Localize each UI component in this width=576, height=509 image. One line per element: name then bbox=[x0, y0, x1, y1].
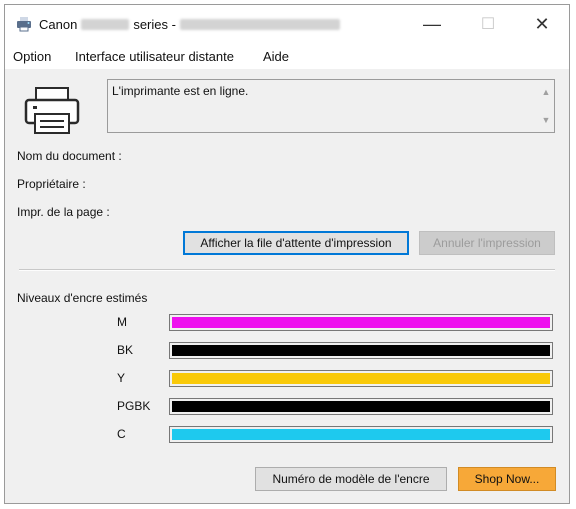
ink-bar-pgbk bbox=[169, 398, 553, 415]
printer-icon bbox=[24, 87, 80, 134]
title-prefix: Canon bbox=[39, 17, 78, 32]
ink-name-bk: BK bbox=[117, 343, 134, 357]
separator bbox=[19, 269, 555, 271]
cancel-print-button: Annuler l'impression bbox=[419, 231, 555, 255]
maximize-icon: ☐ bbox=[480, 16, 496, 33]
status-scrollbar[interactable]: ▲ ▼ bbox=[538, 80, 554, 132]
window-title: Canon series - bbox=[39, 17, 340, 32]
menu-remote-ui[interactable]: Interface utilisateur distante bbox=[75, 49, 234, 64]
canon-printer-icon bbox=[17, 17, 31, 32]
scroll-down-icon[interactable]: ▼ bbox=[538, 112, 554, 128]
ink-fill-c bbox=[172, 429, 550, 440]
ink-fill-pgbk bbox=[172, 401, 550, 412]
shop-now-button[interactable]: Shop Now... bbox=[458, 467, 556, 491]
minimize-button[interactable]: — bbox=[409, 5, 455, 43]
show-print-queue-button[interactable]: Afficher la file d'attente d'impression bbox=[183, 231, 409, 255]
title-bar[interactable]: Canon series - — ☐ ✕ bbox=[5, 5, 569, 43]
document-name-label: Nom du document : bbox=[17, 149, 122, 163]
printer-status-window: Canon series - — ☐ ✕ Option Interface ut… bbox=[4, 4, 570, 504]
ink-fill-m bbox=[172, 317, 550, 328]
title-series: series - bbox=[133, 17, 176, 32]
status-message-box: L'imprimante est en ligne. ▲ ▼ bbox=[107, 79, 555, 133]
ink-bar-c bbox=[169, 426, 553, 443]
close-icon: ✕ bbox=[534, 13, 550, 34]
ink-bar-m bbox=[169, 314, 553, 331]
maximize-button: ☐ bbox=[465, 5, 511, 43]
menu-help[interactable]: Aide bbox=[263, 49, 289, 64]
redacted-printer-name bbox=[179, 19, 340, 30]
close-button[interactable]: ✕ bbox=[519, 5, 565, 43]
ink-bar-bk bbox=[169, 342, 553, 359]
minimize-icon: — bbox=[423, 13, 441, 34]
scroll-up-icon[interactable]: ▲ bbox=[538, 84, 554, 100]
ink-name-pgbk: PGBK bbox=[117, 399, 151, 413]
owner-label: Propriétaire : bbox=[17, 177, 86, 191]
ink-name-c: C bbox=[117, 427, 126, 441]
status-message: L'imprimante est en ligne. bbox=[112, 84, 249, 98]
ink-fill-y bbox=[172, 373, 550, 384]
pages-label: Impr. de la page : bbox=[17, 205, 110, 219]
ink-bar-y bbox=[169, 370, 553, 387]
ink-model-number-button[interactable]: Numéro de modèle de l'encre bbox=[255, 467, 447, 491]
ink-fill-bk bbox=[172, 345, 550, 356]
redacted-model bbox=[81, 19, 130, 30]
ink-name-m: M bbox=[117, 315, 127, 329]
ink-name-y: Y bbox=[117, 371, 126, 385]
ink-levels-label: Niveaux d'encre estimés bbox=[17, 291, 148, 305]
menu-bar: Option Interface utilisateur distante Ai… bbox=[5, 43, 569, 69]
menu-option[interactable]: Option bbox=[13, 49, 51, 64]
